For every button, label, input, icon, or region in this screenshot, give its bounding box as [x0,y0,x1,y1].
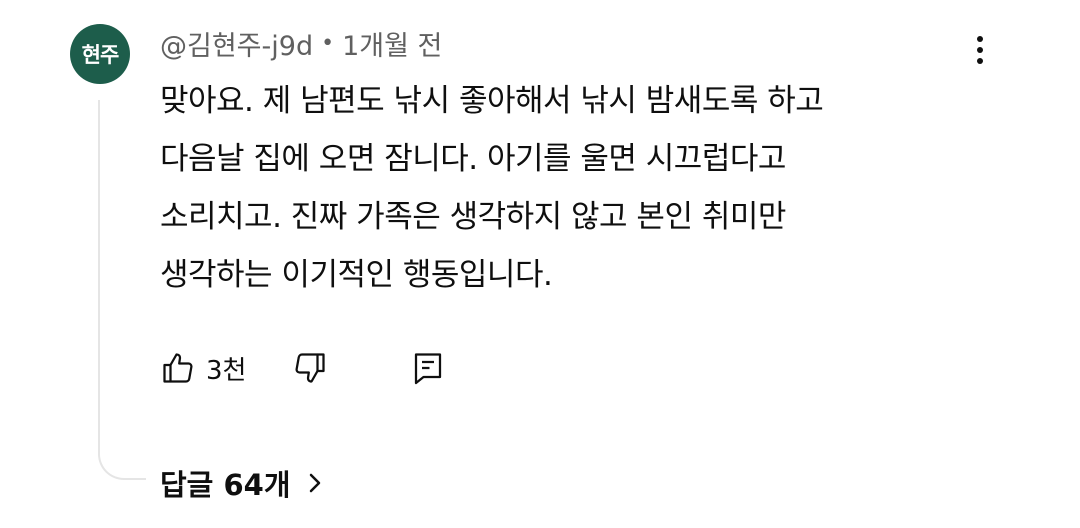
avatar[interactable]: 현주 [70,24,130,84]
author-handle[interactable]: @김현주-j9d [160,24,313,63]
thumbs-down-icon [295,353,326,383]
dislike-button[interactable] [290,348,330,388]
comment-line: 맞아요. 제 남편도 낚시 좋아해서 낚시 밤새도록 하고 [160,83,824,119]
like-button[interactable] [158,348,198,388]
comment-line: 생각하는 이기적인 행동입니다. [160,257,553,293]
like-count: 3천 [206,355,247,386]
thumbs-up-icon [163,353,193,383]
comment-time[interactable]: 1개월 전 [342,24,442,63]
reply-button[interactable] [408,348,448,388]
comment-meta: @김현주-j9d • 1개월 전 [160,24,442,63]
meta-separator: • [321,31,335,56]
comment-page: 현주 @김현주-j9d • 1개월 전 맞아요. 제 남편도 낚시 좋아해서 낚… [0,0,1080,528]
avatar-text: 현주 [81,43,120,67]
comment-body: 맞아요. 제 남편도 낚시 좋아해서 낚시 밤새도록 하고 다음날 집에 오면 … [160,72,950,304]
comment-actions: 3천 [158,346,448,390]
chevron-right-icon [305,469,325,497]
comment-line: 다음날 집에 오면 잠니다. 아기를 울면 시끄럽다고 [160,141,786,177]
more-vert-icon-dot [977,47,983,53]
more-vert-icon-dot [977,36,983,42]
view-replies-button[interactable]: 답글 64개 [160,462,325,504]
thread-line [98,100,146,480]
more-vert-icon-dot [977,58,983,64]
reply-comment-icon [415,353,442,385]
replies-label: 답글 64개 [160,468,291,502]
more-options-button[interactable] [962,28,998,72]
comment-line: 소리치고. 진짜 가족은 생각하지 않고 본인 취미만 [160,199,786,235]
